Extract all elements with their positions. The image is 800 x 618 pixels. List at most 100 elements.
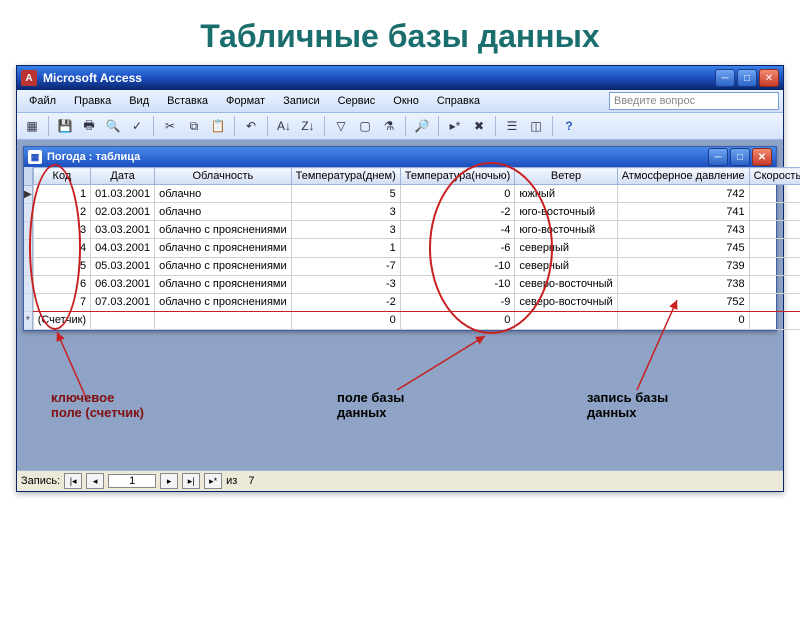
table-row[interactable]: 303.03.2001облачно с прояснениями3-4юго-… (33, 221, 800, 239)
cut-button[interactable]: ✂ (159, 115, 181, 137)
cell-wind[interactable] (515, 311, 617, 329)
cell-id[interactable]: 7 (33, 293, 90, 311)
menu-window[interactable]: Окно (385, 93, 427, 109)
col-header-tday[interactable]: Температура(днем) (291, 168, 400, 185)
row-selector[interactable] (24, 240, 32, 258)
cell-pressure[interactable]: 745 (617, 239, 749, 257)
cell-cloud[interactable]: облачно с прояснениями (155, 257, 291, 275)
col-header-tnight[interactable]: Температура(ночью) (400, 168, 515, 185)
row-selector[interactable] (24, 222, 32, 240)
cell-speed[interactable]: 13 (749, 239, 800, 257)
cell-tnight[interactable]: 0 (400, 311, 515, 329)
cell-cloud[interactable]: облачно (155, 203, 291, 221)
cell-tnight[interactable]: 0 (400, 185, 515, 203)
ask-a-question-box[interactable]: Введите вопрос (609, 92, 779, 110)
cell-speed[interactable]: 4 (749, 221, 800, 239)
delete-record-button[interactable]: ✖ (468, 115, 490, 137)
maximize-button[interactable]: □ (737, 69, 757, 87)
cell-wind[interactable]: северный (515, 239, 617, 257)
cell-wind[interactable]: северный (515, 257, 617, 275)
cell-tday[interactable]: 5 (291, 185, 400, 203)
cell-cloud[interactable]: облачно (155, 185, 291, 203)
cell-pressure[interactable]: 738 (617, 275, 749, 293)
new-row-selector[interactable]: * (24, 312, 32, 330)
table-row[interactable]: 606.03.2001облачно с прояснениями-3-10се… (33, 275, 800, 293)
child-close-button[interactable]: ✕ (752, 148, 772, 166)
col-header-pressure[interactable]: Атмосферное давление (617, 168, 749, 185)
cell-tday[interactable]: 3 (291, 221, 400, 239)
cell-wind[interactable]: северо-восточный (515, 293, 617, 311)
cell-pressure[interactable]: 741 (617, 203, 749, 221)
menu-help[interactable]: Справка (429, 93, 488, 109)
print-preview-button[interactable]: 🔍 (102, 115, 124, 137)
row-selector[interactable] (24, 276, 32, 294)
cell-date[interactable]: 05.03.2001 (91, 257, 155, 275)
cell-speed[interactable]: 5 (749, 203, 800, 221)
cell-cloud[interactable] (155, 311, 291, 329)
save-button[interactable]: 💾 (54, 115, 76, 137)
close-button[interactable]: ✕ (759, 69, 779, 87)
menu-records[interactable]: Записи (275, 93, 328, 109)
cell-pressure[interactable]: 742 (617, 185, 749, 203)
nav-current-record[interactable]: 1 (108, 474, 156, 488)
col-header-date[interactable]: Дата (91, 168, 155, 185)
cell-date[interactable] (91, 311, 155, 329)
col-header-id[interactable]: Код (33, 168, 90, 185)
sort-asc-button[interactable]: A↓ (273, 115, 295, 137)
cell-cloud[interactable]: облачно с прояснениями (155, 275, 291, 293)
database-window-button[interactable]: ☰ (501, 115, 523, 137)
col-header-wind[interactable]: Ветер (515, 168, 617, 185)
cell-date[interactable]: 02.03.2001 (91, 203, 155, 221)
view-button[interactable]: ▦ (21, 115, 43, 137)
cell-tnight[interactable]: -9 (400, 293, 515, 311)
menu-view[interactable]: Вид (121, 93, 157, 109)
cell-cloud[interactable]: облачно с прояснениями (155, 239, 291, 257)
cell-id[interactable]: 5 (33, 257, 90, 275)
row-selector[interactable] (24, 294, 32, 312)
cell-speed[interactable]: 24 (749, 185, 800, 203)
nav-new-button[interactable]: ▸* (204, 473, 222, 489)
table-new-row[interactable]: (Счетчик)0000 (33, 311, 800, 329)
cell-tday[interactable]: -3 (291, 275, 400, 293)
child-minimize-button[interactable]: ─ (708, 148, 728, 166)
cell-wind[interactable]: северо-восточный (515, 275, 617, 293)
spellcheck-button[interactable]: ✓ (126, 115, 148, 137)
nav-prev-button[interactable]: ◂ (86, 473, 104, 489)
cell-wind[interactable]: южный (515, 185, 617, 203)
table-row[interactable]: 505.03.2001облачно с прояснениями-7-10се… (33, 257, 800, 275)
table-row[interactable]: 202.03.2001облачно3-2юго-восточный7415 (33, 203, 800, 221)
cell-pressure[interactable]: 743 (617, 221, 749, 239)
table-row[interactable]: 707.03.2001облачно с прояснениями-2-9сев… (33, 293, 800, 311)
cell-id[interactable]: 2 (33, 203, 90, 221)
new-record-button[interactable]: ▸* (444, 115, 466, 137)
menu-service[interactable]: Сервис (330, 93, 384, 109)
cell-tnight[interactable]: -6 (400, 239, 515, 257)
cell-speed[interactable]: 13 (749, 293, 800, 311)
undo-button[interactable]: ↶ (240, 115, 262, 137)
cell-date[interactable]: 06.03.2001 (91, 275, 155, 293)
menu-file[interactable]: Файл (21, 93, 64, 109)
cell-tday[interactable]: -2 (291, 293, 400, 311)
row-selector[interactable]: ▶ (24, 186, 32, 204)
col-header-cloud[interactable]: Облачность (155, 168, 291, 185)
cell-date[interactable]: 01.03.2001 (91, 185, 155, 203)
cell-cloud[interactable]: облачно с прояснениями (155, 293, 291, 311)
nav-first-button[interactable]: |◂ (64, 473, 82, 489)
cell-pressure[interactable]: 0 (617, 311, 749, 329)
sort-desc-button[interactable]: Z↓ (297, 115, 319, 137)
paste-button[interactable]: 📋 (207, 115, 229, 137)
minimize-button[interactable]: ─ (715, 69, 735, 87)
cell-tday[interactable]: 0 (291, 311, 400, 329)
cell-pressure[interactable]: 739 (617, 257, 749, 275)
cell-tnight[interactable]: -2 (400, 203, 515, 221)
new-object-button[interactable]: ◫ (525, 115, 547, 137)
table-row[interactable]: 101.03.2001облачно50южный74224 (33, 185, 800, 203)
row-selector[interactable] (24, 258, 32, 276)
cell-id[interactable]: 4 (33, 239, 90, 257)
cell-speed[interactable]: 20 (749, 257, 800, 275)
menu-insert[interactable]: Вставка (159, 93, 216, 109)
cell-id[interactable]: 3 (33, 221, 90, 239)
cell-date[interactable]: 07.03.2001 (91, 293, 155, 311)
cell-id[interactable]: (Счетчик) (33, 311, 90, 329)
filter-by-form-button[interactable]: ▢ (354, 115, 376, 137)
